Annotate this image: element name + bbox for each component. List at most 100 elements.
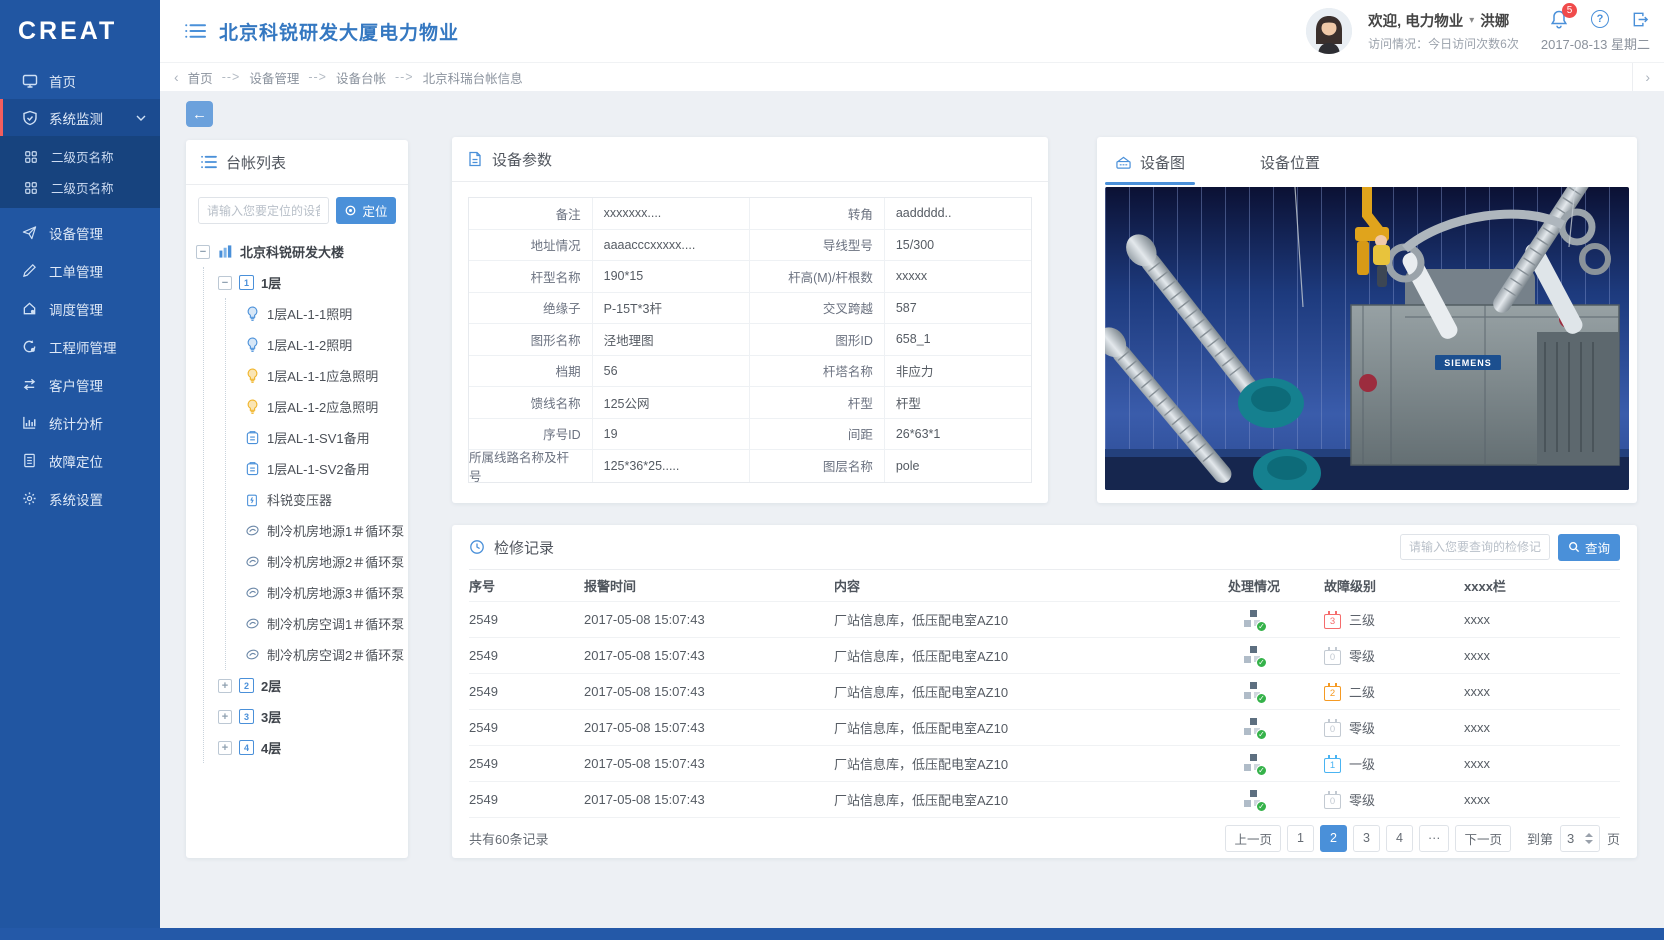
sidebar-item-label: 工程师管理 xyxy=(49,337,117,357)
tree-node-floor-4[interactable]: + 4 4层 xyxy=(218,732,400,763)
goto-page-stepper[interactable]: 3 xyxy=(1560,825,1600,852)
tree-leaf[interactable]: 1层AL-1-SV2备用 xyxy=(244,453,400,484)
avatar[interactable] xyxy=(1306,8,1352,54)
sidebar-item-dispatch-mgmt[interactable]: 调度管理 xyxy=(0,290,160,327)
tree-node-floor-3[interactable]: + 3 3层 xyxy=(218,701,400,732)
tree-leaf[interactable]: 科锐变压器 xyxy=(244,484,400,515)
tree-leaf[interactable]: 1层AL-1-1照明 xyxy=(244,298,400,329)
process-status-icon: ✓ xyxy=(1244,682,1264,701)
tree-leaf[interactable]: 1层AL-1-2应急照明 xyxy=(244,391,400,422)
tree-leaf[interactable]: 制冷机房空调2＃循环泵 xyxy=(244,639,400,670)
tree-leaf[interactable]: 1层AL-1-SV1备用 xyxy=(244,422,400,453)
sidebar-item-engineer-mgmt[interactable]: 工程师管理 xyxy=(0,328,160,365)
fault-level-icon: 1 xyxy=(1324,758,1341,773)
visit-info: 访问情况：今日访问次数6次 xyxy=(1368,35,1519,52)
tree-leaf[interactable]: 制冷机房空调1＃循环泵 xyxy=(244,608,400,639)
device-view-panel: 设备图 设备位置 xyxy=(1097,137,1637,503)
fault-level-icon: 3 xyxy=(1324,614,1341,629)
notification-bell-icon[interactable]: 5 xyxy=(1549,9,1569,29)
sidebar-item-label: 二级页名称 xyxy=(51,147,114,166)
ledger-list-panel: 台帐列表 定位 − 北京科锐研发大楼 − 1 xyxy=(186,140,408,858)
tree-node-floor-2[interactable]: + 2 2层 xyxy=(218,670,400,701)
sidebar-subitem-secondary-page-1[interactable]: 二级页名称 xyxy=(0,141,160,172)
help-icon[interactable]: ? xyxy=(1591,10,1609,28)
sidebar-subitem-secondary-page-2[interactable]: 二级页名称 xyxy=(0,172,160,203)
sidebar-item-label: 设备管理 xyxy=(49,223,103,243)
sidebar-item-label: 客户管理 xyxy=(49,375,103,395)
ellipsis-button[interactable]: ··· xyxy=(1419,825,1450,852)
fault-level-icon: 0 xyxy=(1324,722,1341,737)
tree-node-label: 2层 xyxy=(261,676,281,695)
sidebar-item-label: 故障定位 xyxy=(49,451,103,471)
tree-leaf[interactable]: 1层AL-1-1应急照明 xyxy=(244,360,400,391)
breadcrumb: ‹ 首页 --> 设备管理 --> 设备台帐 --> 北京科瑞台帐信息 › xyxy=(160,62,1664,91)
tree-leaf[interactable]: 1层AL-1-2照明 xyxy=(244,329,400,360)
page-button-4[interactable]: 4 xyxy=(1386,825,1413,852)
table-row: 2549 2017-05-08 15:07:43 厂站信息库，低压配电室AZ10… xyxy=(469,782,1620,818)
query-button[interactable]: 查询 xyxy=(1558,534,1620,561)
maintenance-search-input[interactable] xyxy=(1400,534,1550,560)
collapse-toggle[interactable]: − xyxy=(218,276,232,290)
check-icon: ✓ xyxy=(1256,621,1267,632)
back-button[interactable]: ← xyxy=(186,101,213,127)
locate-button[interactable]: 定位 xyxy=(336,197,396,224)
breadcrumb-back-icon[interactable]: ‹ xyxy=(174,69,179,85)
sidebar-item-system-monitor[interactable]: 系统监测 xyxy=(0,99,160,136)
pencil-icon xyxy=(22,263,38,279)
breadcrumb-separator: --> xyxy=(395,70,414,84)
fault-level-icon: 2 xyxy=(1324,686,1341,701)
sidebar-submenu: 二级页名称 二级页名称 xyxy=(0,136,160,208)
page-button-3[interactable]: 3 xyxy=(1353,825,1380,852)
tree-node-floor-1[interactable]: − 1 1层 xyxy=(218,267,400,298)
breadcrumb-item-device-ledger[interactable]: 设备台帐 xyxy=(336,68,386,87)
tree-node-label: 4层 xyxy=(261,738,281,757)
floor-icon: 1 xyxy=(239,275,254,290)
sidebar-item-workorder-mgmt[interactable]: 工单管理 xyxy=(0,252,160,289)
breadcrumb-item-device-mgmt[interactable]: 设备管理 xyxy=(249,68,299,87)
sidebar-item-customer-mgmt[interactable]: 客户管理 xyxy=(0,366,160,403)
prev-page-button[interactable]: 上一页 xyxy=(1225,825,1281,852)
sidebar-item-label: 二级页名称 xyxy=(51,178,114,197)
records-total: 共有60条记录 xyxy=(469,829,548,848)
tab-device-image[interactable]: 设备图 xyxy=(1105,152,1195,185)
device-locate-input[interactable] xyxy=(198,197,329,224)
tree-node-label: 北京科锐研发大楼 xyxy=(240,242,344,261)
process-status-icon: ✓ xyxy=(1244,646,1264,665)
sidebar-item-home[interactable]: 首页 xyxy=(0,62,160,99)
logout-icon[interactable] xyxy=(1631,10,1650,29)
tree-leaf[interactable]: 制冷机房地源1＃循环泵 xyxy=(244,515,400,546)
next-page-button[interactable]: 下一页 xyxy=(1455,825,1511,852)
device-photo: SIEMENS xyxy=(1105,187,1629,490)
expand-toggle[interactable]: + xyxy=(218,710,232,724)
expand-toggle[interactable]: + xyxy=(218,741,232,755)
panel-title: 台帐列表 xyxy=(226,152,286,173)
page-button-2-active[interactable]: 2 xyxy=(1320,825,1347,852)
user-dropdown-arrow-icon[interactable]: ▾ xyxy=(1469,15,1474,26)
breadcrumb-item-home[interactable]: 首页 xyxy=(188,68,213,87)
check-icon: ✓ xyxy=(1256,729,1267,740)
list-menu-icon[interactable] xyxy=(185,23,206,39)
weekday: 星期二 xyxy=(1611,37,1650,52)
tab-device-location[interactable]: 设备位置 xyxy=(1250,152,1330,185)
breadcrumb-forward-icon[interactable]: › xyxy=(1645,69,1650,85)
username[interactable]: 洪娜 xyxy=(1480,10,1509,31)
document-icon xyxy=(22,453,38,469)
sidebar-item-statistics[interactable]: 统计分析 xyxy=(0,404,160,441)
paper-plane-icon xyxy=(22,225,38,241)
sidebar-item-system-settings[interactable]: 系统设置 xyxy=(0,480,160,517)
collapse-toggle[interactable]: − xyxy=(196,245,210,259)
tree-node-root[interactable]: − 北京科锐研发大楼 xyxy=(196,236,400,267)
expand-toggle[interactable]: + xyxy=(218,679,232,693)
goto-suffix: 页 xyxy=(1607,829,1620,848)
tree-leaf[interactable]: 制冷机房地源3＃循环泵 xyxy=(244,577,400,608)
transformer-icon xyxy=(244,492,260,508)
page-button-1[interactable]: 1 xyxy=(1287,825,1314,852)
tree-node-label: 3层 xyxy=(261,707,281,726)
sidebar-item-device-mgmt[interactable]: 设备管理 xyxy=(0,214,160,251)
pump-icon xyxy=(244,523,260,539)
tree-leaf[interactable]: 制冷机房地源2＃循环泵 xyxy=(244,546,400,577)
device-params-table: 备注xxxxxxx....转角aaddddd.. 地址情况aaaacccxxxx… xyxy=(468,197,1032,483)
pump-icon xyxy=(244,554,260,570)
sidebar-item-fault-locate[interactable]: 故障定位 xyxy=(0,442,160,479)
monitor-icon xyxy=(22,73,38,89)
